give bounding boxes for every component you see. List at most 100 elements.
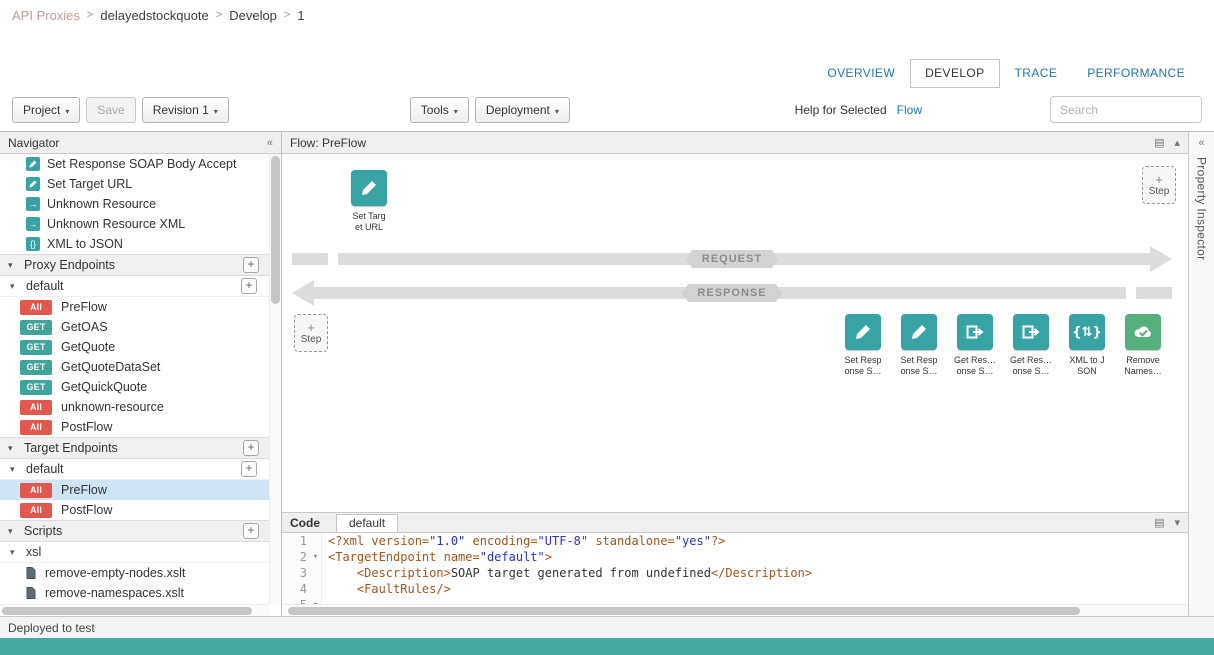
request-band-segment (292, 253, 328, 265)
panel-layout-icon[interactable]: ▤ (1154, 516, 1164, 529)
request-arrowhead-icon (1150, 246, 1172, 272)
triangle-down-icon: ▾ (10, 547, 20, 558)
navigator-vertical-scrollbar[interactable] (269, 154, 281, 604)
endpoint-item[interactable]: GET GetQuote (0, 337, 281, 357)
tab-develop[interactable]: DEVELOP (910, 59, 1000, 88)
tab-bar: OVERVIEW DEVELOP TRACE PERFORMANCE (0, 30, 1214, 88)
project-menu-button[interactable]: Project▾ (12, 97, 80, 123)
flow-step-set-target-url[interactable]: Set Targ et URL (344, 170, 394, 232)
breadcrumb-proxy-name[interactable]: delayedstockquote (100, 8, 208, 23)
scrollbar-thumb[interactable] (288, 607, 1080, 615)
section-title: Scripts (24, 524, 62, 538)
method-badge: All (20, 483, 52, 498)
revision-menu-button[interactable]: Revision 1▾ (142, 97, 229, 123)
breadcrumb: API Proxies > delayedstockquote > Develo… (0, 0, 1214, 30)
scrollbar-thumb[interactable] (271, 156, 280, 304)
endpoint-item-selected[interactable]: All PreFlow (0, 480, 281, 500)
navigator-horizontal-scrollbar[interactable] (0, 604, 269, 616)
flow-title: Flow: PreFlow (290, 136, 366, 150)
add-proxy-endpoint-button[interactable]: + (243, 257, 259, 273)
add-target-endpoint-button[interactable]: + (243, 440, 259, 456)
flow-step-set-response[interactable]: Set Resp onse S… (894, 314, 944, 376)
group-proxy-default[interactable]: ▾ default + (0, 276, 281, 297)
resource-arrow-icon: → (26, 217, 40, 231)
script-label: remove-empty-nodes.xslt (45, 566, 185, 580)
flow-step-set-response[interactable]: Set Resp onse S… (838, 314, 888, 376)
expand-panel-icon[interactable]: ▾ (1174, 516, 1180, 529)
add-script-button[interactable]: + (243, 523, 259, 539)
braces-icon: {⇅} (1069, 314, 1105, 350)
help-flow-link[interactable]: Flow (897, 103, 922, 117)
endpoint-item[interactable]: GET GetQuoteDataSet (0, 357, 281, 377)
method-badge: All (20, 503, 52, 518)
property-inspector-strip[interactable]: « Property Inspector (1188, 132, 1214, 616)
pencil-icon (26, 157, 40, 171)
collapse-panel-icon[interactable]: ▴ (1174, 136, 1180, 149)
flow-step-get-response[interactable]: Get Res… onse S… (1006, 314, 1056, 376)
group-xsl[interactable]: ▾ xsl (0, 542, 281, 563)
code-text: <?xml version="1.0" encoding="UTF-8" sta… (322, 533, 725, 549)
script-label: remove-namespaces.xslt (45, 586, 184, 600)
fold-toggle-icon[interactable]: ▾ (310, 597, 322, 604)
code-line: 2▾<TargetEndpoint name="default"> (282, 549, 1188, 565)
policy-item[interactable]: {} XML to JSON (0, 234, 281, 254)
script-item[interactable]: remove-empty-nodes.xslt (0, 563, 281, 583)
section-proxy-endpoints[interactable]: ▾ Proxy Endpoints + (0, 254, 281, 276)
endpoint-item[interactable]: All PreFlow (0, 297, 281, 317)
method-badge: All (20, 400, 52, 415)
breadcrumb-api-proxies[interactable]: API Proxies (12, 8, 80, 23)
section-scripts[interactable]: ▾ Scripts + (0, 520, 281, 542)
code-tab-default[interactable]: default (336, 514, 398, 533)
method-badge: GET (20, 340, 52, 355)
flow-step-get-response[interactable]: Get Res… onse S… (950, 314, 1000, 376)
expand-inspector-icon[interactable]: « (1198, 137, 1204, 149)
group-label: default (26, 279, 64, 293)
code-horizontal-scrollbar[interactable] (282, 604, 1188, 616)
policy-item[interactable]: → Unknown Resource (0, 194, 281, 214)
script-item[interactable]: remove-namespaces.xslt (0, 583, 281, 603)
add-step-label: Step (1149, 186, 1170, 197)
tab-performance[interactable]: PERFORMANCE (1072, 59, 1200, 88)
add-flow-button[interactable]: + (241, 278, 257, 294)
method-badge: GET (20, 380, 52, 395)
search-input[interactable] (1050, 96, 1202, 123)
tools-menu-button[interactable]: Tools▾ (410, 97, 469, 123)
endpoint-label: GetQuote (61, 340, 115, 354)
collapse-navigator-icon[interactable]: « (267, 137, 273, 149)
gutter-spacer (310, 581, 322, 597)
group-label: xsl (26, 545, 41, 559)
response-label: RESPONSE (681, 284, 782, 302)
code-editor[interactable]: 1<?xml version="1.0" encoding="UTF-8" st… (282, 533, 1188, 604)
deployment-menu-button[interactable]: Deployment▾ (475, 97, 570, 123)
endpoint-item[interactable]: All unknown-resource (0, 397, 281, 417)
flow-step-remove-namespaces[interactable]: Remove Names… (1118, 314, 1168, 376)
step-label: Remove Names… (1124, 355, 1162, 376)
pencil-icon (901, 314, 937, 350)
policy-item[interactable]: Set Response SOAP Body Accept (0, 154, 281, 174)
scrollbar-thumb[interactable] (2, 607, 252, 615)
add-step-button[interactable]: + Step (1142, 166, 1176, 204)
code-line: 1<?xml version="1.0" encoding="UTF-8" st… (282, 533, 1188, 549)
add-step-button[interactable]: + Step (294, 314, 328, 352)
endpoint-item[interactable]: GET GetOAS (0, 317, 281, 337)
save-button[interactable]: Save (86, 97, 135, 123)
step-label: Set Targ et URL (352, 211, 385, 232)
endpoint-item[interactable]: All PostFlow (0, 500, 281, 520)
breadcrumb-develop[interactable]: Develop (229, 8, 277, 23)
status-bar: Deployed to test (0, 616, 1214, 638)
endpoint-item[interactable]: GET GetQuickQuote (0, 377, 281, 397)
endpoint-item[interactable]: All PostFlow (0, 417, 281, 437)
policy-item[interactable]: → Unknown Resource XML (0, 214, 281, 234)
policy-item[interactable]: Set Target URL (0, 174, 281, 194)
group-target-default[interactable]: ▾ default + (0, 459, 281, 480)
fold-toggle-icon[interactable]: ▾ (310, 549, 322, 565)
plus-icon: + (307, 322, 315, 334)
tab-overview[interactable]: OVERVIEW (812, 59, 910, 88)
plus-icon: + (1155, 174, 1163, 186)
flow-step-xml-to-json[interactable]: {⇅} XML to J SON (1062, 314, 1112, 376)
section-target-endpoints[interactable]: ▾ Target Endpoints + (0, 437, 281, 459)
panel-layout-icon[interactable]: ▤ (1154, 136, 1164, 149)
tab-trace[interactable]: TRACE (1000, 59, 1073, 88)
line-number: 2 (282, 549, 310, 565)
add-flow-button[interactable]: + (241, 461, 257, 477)
